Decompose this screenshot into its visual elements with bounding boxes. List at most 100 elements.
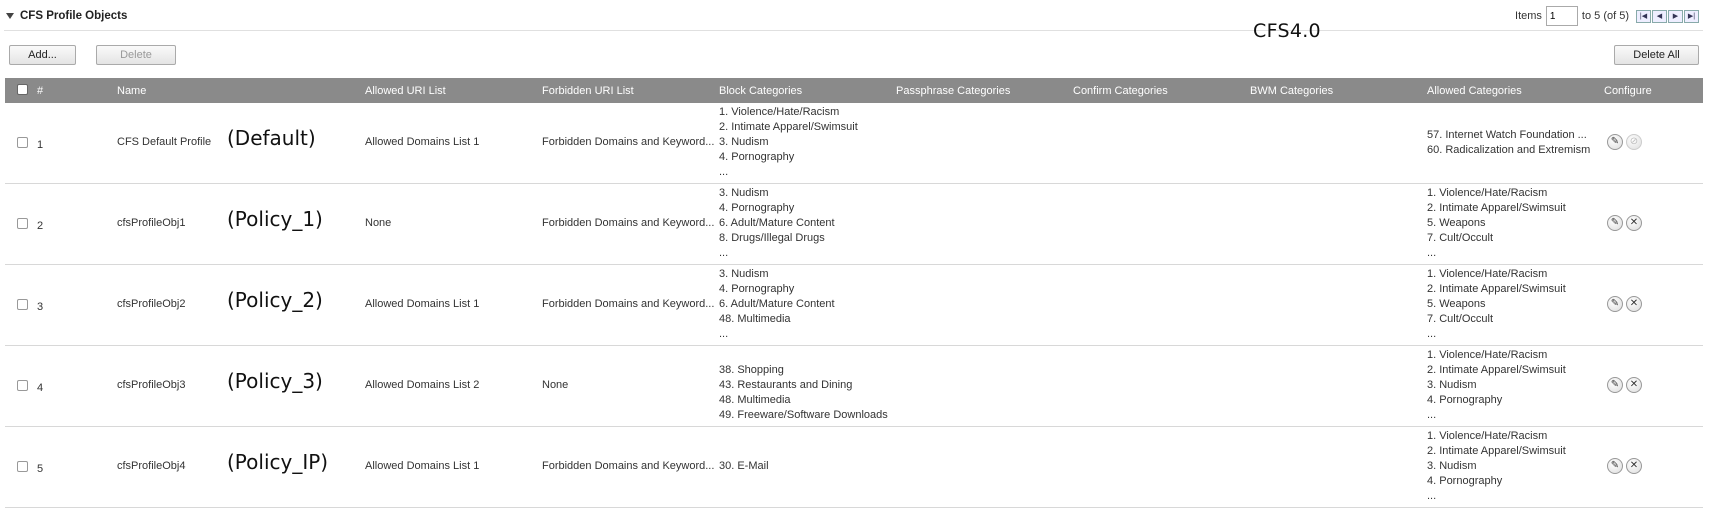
pager-nav: |◀ ◀ ▶ ▶| (1635, 9, 1699, 23)
collapse-triangle-icon[interactable] (6, 13, 14, 19)
section-header[interactable]: CFS Profile Objects (4, 6, 127, 26)
table-row[interactable]: 4 cfsProfileObj3 (Policy_3) Allowed Domains… (5, 346, 1703, 427)
block-category-item (719, 348, 888, 363)
block-category-item: 1. Violence/Hate/Racism (719, 106, 840, 118)
edit-pencil-icon[interactable]: ✎ (1607, 458, 1623, 474)
forbidden-uri-value: Forbidden Domains and Keyword... (542, 136, 715, 148)
allowed-category-item: 4. Pornography (1427, 475, 1503, 487)
table-row[interactable]: 5 cfsProfileObj4 (Policy_IP) Allowed Domain… (5, 427, 1703, 508)
block-category-item: 38. Shopping (719, 364, 784, 376)
block-categories-list: 30. E-Mail (719, 429, 769, 474)
col-configure: Configure (1604, 85, 1652, 97)
allowed-category-item: 57. Internet Watch Foundation ... (1427, 129, 1587, 141)
col-num: # (37, 85, 44, 97)
col-passphrase-categories[interactable]: Passphrase Categories (896, 85, 1010, 97)
row-checkbox[interactable] (17, 218, 28, 229)
allowed-uri-value: Allowed Domains List 2 (365, 379, 480, 391)
allowed-category-item: 3. Nudism (1427, 379, 1477, 391)
block-categories-list: 1. Violence/Hate/Racism 2. Intimate Appar… (719, 105, 858, 180)
profile-annotation: (Policy_2) (227, 288, 323, 312)
delete-x-icon[interactable]: ✕ (1626, 215, 1642, 231)
add-button[interactable]: Add... (9, 45, 76, 65)
allowed-uri-value: None (365, 217, 392, 229)
allowed-category-item: 7. Cult/Occult (1427, 232, 1494, 244)
forbidden-uri-value: Forbidden Domains and Keyword... (542, 217, 715, 229)
block-category-item: 6. Adult/Mature Content (719, 217, 835, 229)
profile-annotation: (Default) (227, 126, 316, 150)
block-category-item: 4. Pornography (719, 151, 795, 163)
block-categories-list: 3. Nudism 4. Pornography 6. Adult/Mature C… (719, 186, 835, 261)
edit-pencil-icon[interactable]: ✎ (1607, 296, 1623, 312)
allowed-categories-list: 1. Violence/Hate/Racism 2. Intimate Appar… (1427, 186, 1566, 261)
allowed-category-item: 1. Violence/Hate/Racism (1427, 187, 1548, 199)
delete-x-icon[interactable]: ✕ (1626, 458, 1642, 474)
allowed-category-item: ... (1427, 409, 1437, 421)
pager: Items to 5 (of 5) |◀ ◀ ▶ ▶| (1515, 6, 1699, 26)
block-category-item: 3. Nudism (719, 187, 769, 199)
table-row[interactable]: 3 cfsProfileObj2 (Policy_2) Allowed Domains… (5, 265, 1703, 346)
block-category-item: 4. Pornography (719, 202, 795, 214)
profile-name: cfsProfileObj1 (117, 217, 186, 229)
delete-button[interactable]: Delete (96, 45, 176, 65)
configure-actions: ✎ ✕ (1607, 215, 1645, 231)
col-block-categories[interactable]: Block Categories (719, 85, 802, 97)
profile-name: cfsProfileObj3 (117, 379, 186, 391)
allowed-uri-value: Allowed Domains List 1 (365, 298, 480, 310)
block-category-item: 8. Drugs/Illegal Drugs (719, 232, 825, 244)
forbidden-uri-value: Forbidden Domains and Keyword... (542, 298, 715, 310)
profile-name: CFS Default Profile (117, 136, 212, 148)
table-body: 1 CFS Default Profile (Default) Allowed Dom… (5, 103, 1703, 508)
prev-page-icon[interactable]: ◀ (1652, 9, 1667, 23)
edit-pencil-icon[interactable]: ✎ (1607, 377, 1623, 393)
block-category-item: 49. Freeware/Software Downloads (719, 409, 888, 421)
first-page-icon[interactable]: |◀ (1636, 9, 1651, 23)
col-confirm-categories[interactable]: Confirm Categories (1073, 85, 1168, 97)
configure-actions: ✎ ✕ (1607, 458, 1645, 474)
block-category-item: 3. Nudism (719, 136, 769, 148)
allowed-uri-value: Allowed Domains List 1 (365, 460, 480, 472)
last-page-icon[interactable]: ▶| (1684, 9, 1699, 23)
header-divider (4, 30, 1703, 31)
block-category-item: ... (719, 166, 729, 178)
block-categories-list: 38. Shopping 43. Restaurants and Dining 48… (719, 348, 888, 423)
col-bwm-categories[interactable]: BWM Categories (1250, 85, 1333, 97)
profile-annotation: (Policy_IP) (227, 450, 329, 474)
table-row[interactable]: 1 CFS Default Profile (Default) Allowed Dom… (5, 103, 1703, 184)
allowed-category-item: 1. Violence/Hate/Racism (1427, 268, 1548, 280)
table-row[interactable]: 2 cfsProfileObj1 (Policy_1) None Forbidden D… (5, 184, 1703, 265)
row-checkbox[interactable] (17, 137, 28, 148)
row-number: 2 (37, 220, 44, 232)
allowed-categories-list: 1. Violence/Hate/Racism 2. Intimate Appar… (1427, 267, 1566, 342)
edit-pencil-icon[interactable]: ✎ (1607, 134, 1623, 150)
col-forbidden-uri[interactable]: Forbidden URI List (542, 85, 634, 97)
col-name[interactable]: Name (117, 85, 146, 97)
block-category-item: 43. Restaurants and Dining (719, 379, 853, 391)
block-category-item: 6. Adult/Mature Content (719, 298, 835, 310)
allowed-category-item: ... (1427, 247, 1437, 259)
row-checkbox[interactable] (17, 380, 28, 391)
block-category-item: 2. Intimate Apparel/Swimsuit (719, 121, 858, 133)
delete-all-button[interactable]: Delete All (1614, 45, 1699, 65)
block-category-item (719, 444, 769, 459)
pager-start-input[interactable] (1545, 6, 1578, 26)
edit-pencil-icon[interactable]: ✎ (1607, 215, 1623, 231)
delete-x-icon[interactable]: ✕ (1626, 296, 1642, 312)
block-category-item (719, 429, 769, 444)
pager-range-text: to 5 (of 5) (1581, 10, 1629, 22)
delete-x-icon[interactable]: ✕ (1626, 377, 1642, 393)
allowed-category-item: 60. Radicalization and Extremism (1427, 144, 1591, 156)
block-category-item: 48. Multimedia (719, 394, 791, 406)
col-allowed-categories[interactable]: Allowed Categories (1427, 85, 1522, 97)
configure-actions: ✎ ⊘ (1607, 134, 1645, 150)
allowed-uri-value: Allowed Domains List 1 (365, 136, 480, 148)
section-title: CFS Profile Objects (20, 10, 128, 22)
row-number: 4 (37, 382, 44, 394)
select-all-checkbox[interactable] (17, 84, 28, 95)
next-page-icon[interactable]: ▶ (1668, 9, 1683, 23)
col-allowed-uri[interactable]: Allowed URI List (365, 85, 446, 97)
row-checkbox[interactable] (17, 461, 28, 472)
block-category-item: 48. Multimedia (719, 313, 791, 325)
row-number: 5 (37, 463, 44, 475)
profile-annotation: (Policy_1) (227, 207, 323, 231)
row-checkbox[interactable] (17, 299, 28, 310)
